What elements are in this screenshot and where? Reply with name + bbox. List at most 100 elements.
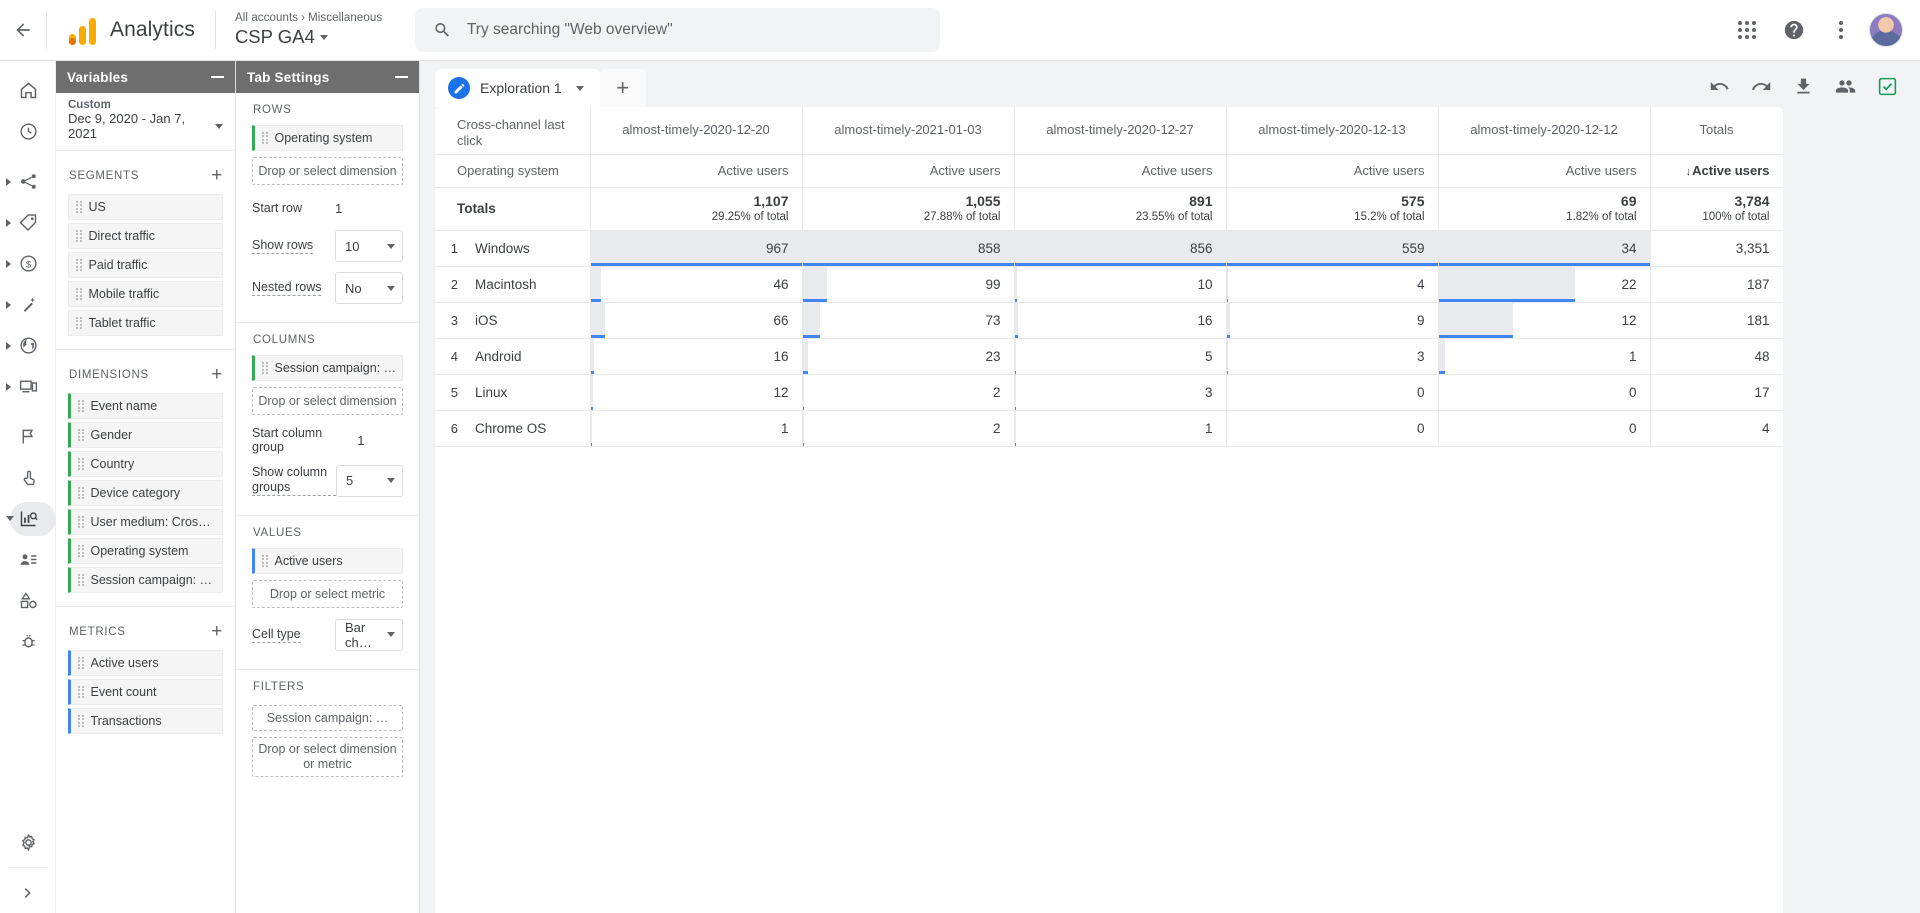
column-group-header[interactable]: almost-timely-2020-12-27 <box>1014 107 1227 155</box>
insights-button[interactable] <box>1872 71 1902 101</box>
table-row[interactable]: 6 Chrome OS 1 2 1 0 0 4 <box>435 410 1783 447</box>
segment-chip[interactable]: Paid traffic <box>68 252 223 278</box>
account-selector[interactable]: All accounts › Miscellaneous CSP GA4 <box>216 12 382 47</box>
drag-handle-icon[interactable] <box>76 229 82 243</box>
sidebar-item-tech[interactable] <box>0 366 56 407</box>
drag-handle-icon[interactable] <box>78 486 84 500</box>
filters-drop-target[interactable]: Drop or select dimension or metric <box>252 736 403 777</box>
dimension-chip[interactable]: Operating system <box>68 538 223 564</box>
add-segment-button[interactable]: + <box>211 166 223 185</box>
drag-handle-icon[interactable] <box>78 714 84 728</box>
metric-header-sorted[interactable]: ↓Active users <box>1650 154 1783 188</box>
sidebar-item-advertising[interactable] <box>0 416 56 457</box>
sidebar-item-realtime[interactable] <box>0 111 56 152</box>
sidebar-item-engagement[interactable] <box>0 202 56 243</box>
collapse-icon[interactable] <box>395 76 408 78</box>
metric-chip[interactable]: Event count <box>68 679 223 705</box>
column-group-header[interactable]: almost-timely-2020-12-12 <box>1438 107 1651 155</box>
help-button[interactable] <box>1775 11 1813 49</box>
drag-handle-icon[interactable] <box>78 656 84 670</box>
dimension-chip[interactable]: User medium: Cros… <box>68 509 223 535</box>
undo-button[interactable] <box>1704 71 1734 101</box>
values-metric-chip[interactable]: Active users <box>252 547 403 574</box>
drag-handle-icon[interactable] <box>76 287 82 301</box>
add-tab-button[interactable]: + <box>599 69 646 107</box>
rows-drop-target[interactable]: Drop or select dimension <box>252 157 403 185</box>
property-name-row[interactable]: CSP GA4 <box>235 26 382 47</box>
dimension-chip[interactable]: Event name <box>68 393 223 419</box>
columns-drop-target[interactable]: Drop or select dimension <box>252 387 403 415</box>
drag-handle-icon[interactable] <box>78 685 84 699</box>
cell-type-select[interactable]: Bar ch… <box>335 618 403 651</box>
rows-dimension-chip[interactable]: Operating system <box>252 125 403 151</box>
date-range-row[interactable]: Dec 9, 2020 - Jan 7, 2021 <box>68 111 223 141</box>
add-metric-button[interactable]: + <box>211 622 223 641</box>
show-rows-select[interactable]: 10 <box>335 230 403 262</box>
apps-grid-button[interactable] <box>1728 11 1766 49</box>
drag-handle-icon[interactable] <box>78 544 84 558</box>
drag-handle-icon[interactable] <box>262 361 268 375</box>
columns-dimension-chip[interactable]: Session campaign: … <box>252 355 403 381</box>
show-column-groups-select[interactable]: 5 <box>336 464 403 497</box>
table-row[interactable]: 5 Linux 12 2 3 0 0 17 <box>435 374 1783 411</box>
filters-existing-chip[interactable]: Session campaign: … <box>252 704 403 731</box>
sidebar-item-explore[interactable] <box>0 498 56 539</box>
metric-chip[interactable]: Active users <box>68 650 223 676</box>
metric-header[interactable]: Active users <box>1014 154 1227 188</box>
values-drop-target[interactable]: Drop or select metric <box>252 579 403 608</box>
dimension-chip[interactable]: Country <box>68 451 223 477</box>
segment-chip[interactable]: Direct traffic <box>68 223 223 249</box>
table-row[interactable]: 1 Windows 967 858 856 559 34 3,351 <box>435 230 1783 267</box>
segment-chip[interactable]: Mobile traffic <box>68 281 223 307</box>
sidebar-item-events[interactable] <box>0 457 56 498</box>
drag-handle-icon[interactable] <box>78 457 84 471</box>
dimension-chip[interactable]: Session campaign: … <box>68 567 223 593</box>
metric-header[interactable]: Active users <box>590 154 803 188</box>
more-options-button[interactable] <box>1822 11 1860 49</box>
column-group-header[interactable]: almost-timely-2020-12-20 <box>590 107 803 155</box>
metric-chip[interactable]: Transactions <box>68 708 223 734</box>
segment-chip[interactable]: US <box>68 194 223 220</box>
back-button[interactable] <box>0 0 46 61</box>
metric-header[interactable]: Active users <box>802 154 1015 188</box>
sidebar-item-admin[interactable] <box>0 822 56 863</box>
start-row-input[interactable]: 1 <box>335 201 403 216</box>
sidebar-item-retention[interactable] <box>0 284 56 325</box>
search-box[interactable] <box>415 8 941 52</box>
metric-header[interactable]: Active users <box>1438 154 1651 188</box>
drag-handle-icon[interactable] <box>78 399 84 413</box>
drag-handle-icon[interactable] <box>262 554 268 567</box>
download-button[interactable] <box>1788 71 1818 101</box>
start-column-group-input[interactable]: 1 <box>357 433 403 448</box>
sidebar-item-acquisition[interactable] <box>0 161 56 202</box>
nested-rows-select[interactable]: No <box>335 272 403 304</box>
chevron-down-icon[interactable] <box>575 85 584 91</box>
dimension-chip[interactable]: Device category <box>68 480 223 506</box>
collapse-icon[interactable] <box>211 76 224 78</box>
segment-chip[interactable]: Tablet traffic <box>68 310 223 336</box>
column-group-header[interactable]: almost-timely-2020-12-13 <box>1226 107 1439 155</box>
sidebar-item-debugview[interactable] <box>0 621 56 662</box>
share-button[interactable] <box>1830 71 1860 101</box>
dimension-chip[interactable]: Gender <box>68 422 223 448</box>
tab-exploration-1[interactable]: Exploration 1 <box>435 69 600 107</box>
drag-handle-icon[interactable] <box>78 515 84 529</box>
metric-header[interactable]: Active users <box>1226 154 1439 188</box>
sidebar-item-demographics[interactable] <box>0 325 56 366</box>
table-row[interactable]: 2 Macintosh 46 99 10 4 22 187 <box>435 266 1783 303</box>
brand-logo[interactable]: Analytics <box>47 15 215 45</box>
drag-handle-icon[interactable] <box>78 428 84 442</box>
avatar[interactable] <box>1869 13 1903 47</box>
table-row[interactable]: 3 iOS 66 73 16 9 12 181 <box>435 302 1783 339</box>
drag-handle-icon[interactable] <box>76 258 82 272</box>
add-dimension-button[interactable]: + <box>211 365 223 384</box>
search-input[interactable] <box>466 21 923 39</box>
sidebar-item-monetization[interactable]: $ <box>0 243 56 284</box>
sidebar-item-audiences[interactable] <box>0 539 56 580</box>
row-dimension-header[interactable]: Operating system <box>435 154 591 188</box>
column-group-header[interactable]: almost-timely-2021-01-03 <box>802 107 1015 155</box>
table-row[interactable]: 4 Android 16 23 5 3 1 48 <box>435 338 1783 375</box>
sidebar-item-home[interactable] <box>0 70 56 111</box>
sidebar-item-configure[interactable] <box>0 580 56 621</box>
drag-handle-icon[interactable] <box>76 200 82 214</box>
